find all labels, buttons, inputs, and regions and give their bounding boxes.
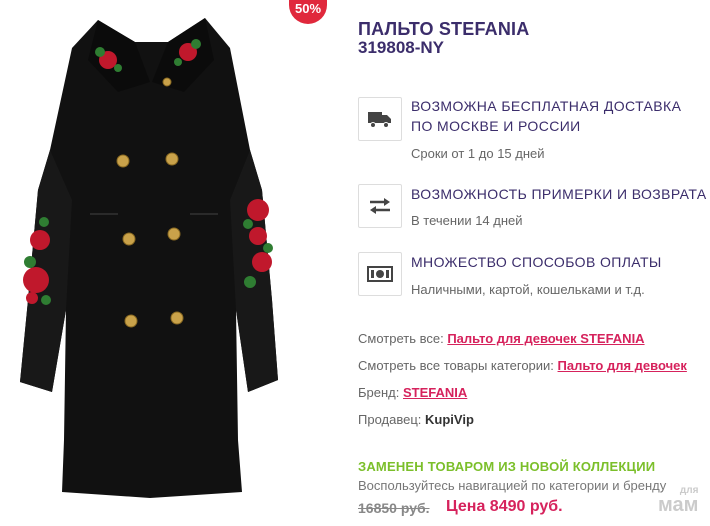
feature-delivery-title-line2: ПО МОСКВЕ И РОССИИ [411,118,581,134]
product-title: ПАЛЬТО STEFANIA [358,19,530,39]
feature-delivery-title-line1: ВОЗМОЖНА БЕСПЛАТНАЯ ДОСТАВКА [411,98,682,114]
navigation-hint: Воспользуйтесь навигацией по категории и… [358,478,667,493]
feature-return-subtitle: В течении 14 дней [411,213,523,228]
brand-row: Бренд: STEFANIA [358,385,467,400]
feature-delivery-title: ВОЗМОЖНА БЕСПЛАТНАЯ ДОСТАВКА ПО МОСКВЕ И… [411,96,681,136]
product-image[interactable] [0,0,300,526]
category-label: Смотреть все товары категории: [358,358,554,373]
feature-payment-subtitle: Наличными, картой, кошельками и т.д. [411,282,645,297]
feature-payment-title: МНОЖЕСТВО СПОСОБОВ ОПЛАТЫ [411,254,662,270]
watermark-logo: для мам [658,486,699,516]
seller-value: KupiVip [425,412,474,427]
brand-link[interactable]: STEFANIA [403,385,467,400]
delivery-truck-icon [358,97,402,141]
see-all-row: Смотреть все: Пальто для девочек STEFANI… [358,331,645,346]
old-price: 16850 руб. [358,500,430,516]
product-sku: 319808-NY [358,38,445,57]
category-link[interactable]: Пальто для девочек [558,358,687,373]
category-row: Смотреть все товары категории: Пальто дл… [358,358,687,373]
see-all-brand-category-link[interactable]: Пальто для девочек STEFANIA [447,331,644,346]
seller-label: Продавец: [358,412,422,427]
see-all-label: Смотреть все: [358,331,444,346]
coat-illustration [20,18,278,498]
seller-row: Продавец: KupiVip [358,412,474,427]
cash-icon [358,252,402,296]
feature-return-title: ВОЗМОЖНОСТЬ ПРИМЕРКИ И ВОЗВРАТА [411,186,707,202]
current-price: Цена 8490 руб. [446,498,563,515]
replaced-status: ЗАМЕНЕН ТОВАРОМ ИЗ НОВОЙ КОЛЛЕКЦИИ [358,459,656,474]
feature-delivery-subtitle: Сроки от 1 до 15 дней [411,146,545,161]
exchange-arrows-icon [358,184,402,228]
watermark-large: мам [658,494,699,516]
brand-label: Бренд: [358,385,400,400]
